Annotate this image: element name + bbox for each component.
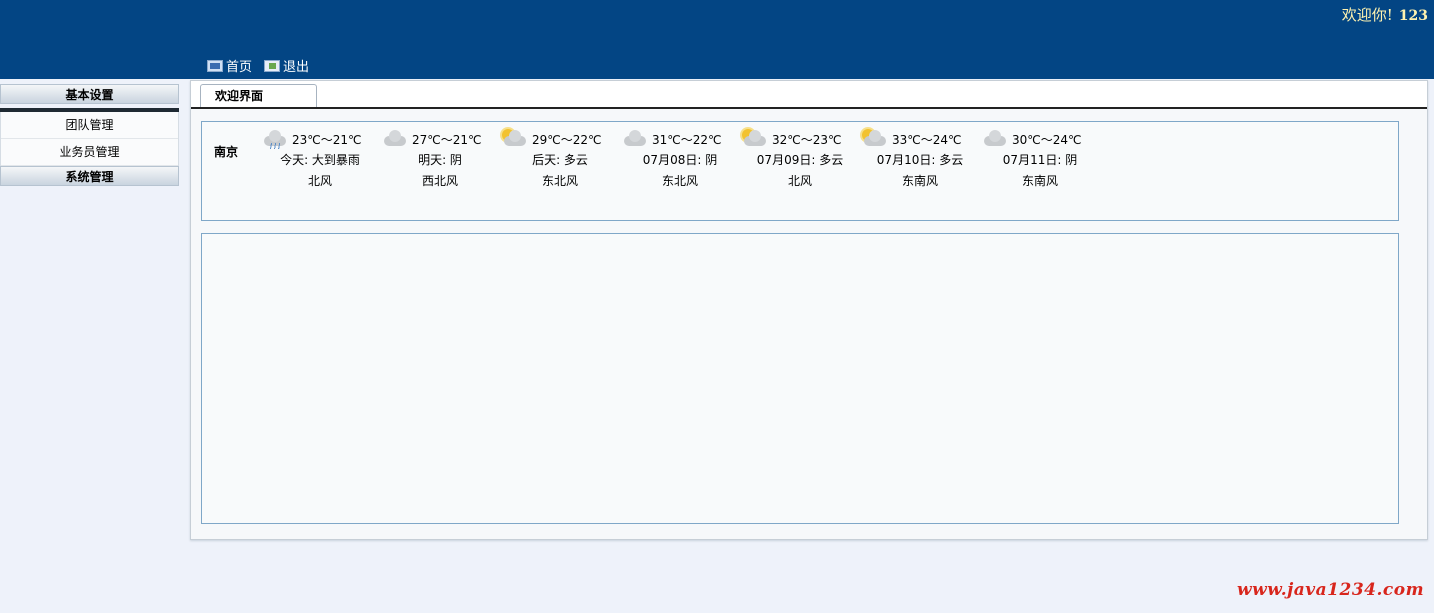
logout-link[interactable]: 退出 [264, 56, 309, 75]
rain-icon [262, 128, 290, 150]
weather-desc: 今天: 大到暴雨 [280, 153, 360, 167]
watermark-text: www.java1234.com [1237, 580, 1425, 600]
sidebar-section-basic-settings[interactable]: 基本设置 [0, 84, 179, 104]
partly-cloudy-icon [742, 128, 770, 150]
top-nav: 首页 退出 [207, 56, 309, 75]
weather-day: 31℃～22℃ 07月08日: 阴 东北风 [620, 128, 740, 192]
weather-wind: 东北风 [661, 174, 698, 188]
weather-desc: 后天: 多云 [532, 153, 588, 167]
sidebar-section-system-management[interactable]: 系统管理 [0, 166, 179, 186]
main-panel: 欢迎界面 南京 23℃～21℃ 今天: 大到暴雨 北风 27℃～21℃ 明天: … [190, 80, 1428, 540]
weather-wind: 东南风 [901, 174, 938, 188]
monitor-icon [207, 59, 223, 72]
weather-temp: 27℃～21℃ [412, 132, 482, 147]
partly-cloudy-icon [502, 128, 530, 150]
overcast-icon [622, 128, 650, 150]
weather-city: 南京 [214, 145, 239, 159]
weather-wind: 西北风 [421, 174, 458, 188]
weather-wind: 东北风 [541, 174, 578, 188]
weather-day: 23℃～21℃ 今天: 大到暴雨 北风 [260, 128, 380, 192]
weather-desc: 明天: 阴 [418, 153, 462, 167]
weather-day: 32℃～23℃ 07月09日: 多云 北风 [740, 128, 860, 192]
sidebar: 基本设置 团队管理 业务员管理 系统管理 [0, 84, 179, 186]
logout-link-label: 退出 [283, 60, 310, 75]
weather-temp: 29℃～22℃ [532, 132, 602, 147]
top-header-bar: 欢迎你! 123 首页 退出 [0, 0, 1434, 79]
weather-day: 33℃～24℃ 07月10日: 多云 东南风 [860, 128, 980, 192]
sidebar-group-basic-settings: 团队管理 业务员管理 [0, 112, 179, 166]
content-area [201, 233, 1399, 524]
sidebar-item-team-management[interactable]: 团队管理 [1, 112, 178, 139]
weather-temp: 23℃～21℃ [292, 132, 362, 147]
logout-icon [264, 59, 281, 72]
home-link[interactable]: 首页 [207, 56, 252, 75]
weather-desc: 07月09日: 多云 [756, 153, 844, 167]
weather-temp: 32℃～23℃ [772, 132, 842, 147]
weather-desc: 07月10日: 多云 [876, 153, 964, 167]
weather-temp: 33℃～24℃ [892, 132, 962, 147]
weather-wind: 北风 [787, 174, 812, 188]
welcome-message: 欢迎你! 123 [1342, 4, 1428, 25]
overcast-icon [382, 128, 410, 150]
weather-temp: 31℃～22℃ [652, 132, 722, 147]
overcast-icon [982, 128, 1010, 150]
weather-day: 27℃～21℃ 明天: 阴 西北风 [380, 128, 500, 192]
partly-cloudy-icon [862, 128, 890, 150]
tab-strip: 欢迎界面 [191, 81, 1427, 109]
weather-wind: 北风 [307, 174, 332, 188]
weather-day: 30℃～24℃ 07月11日: 阴 东南风 [980, 128, 1100, 192]
weather-temp: 30℃～24℃ [1012, 132, 1082, 147]
sidebar-item-salesperson-management[interactable]: 业务员管理 [1, 139, 178, 166]
home-link-label: 首页 [226, 60, 253, 75]
username: 123 [1398, 8, 1428, 24]
weather-widget: 南京 23℃～21℃ 今天: 大到暴雨 北风 27℃～21℃ 明天: 阴 西北风… [201, 121, 1399, 221]
weather-desc: 07月08日: 阴 [642, 153, 718, 167]
weather-day: 29℃～22℃ 后天: 多云 东北风 [500, 128, 620, 192]
tab-welcome[interactable]: 欢迎界面 [200, 84, 317, 107]
weather-wind: 东南风 [1021, 174, 1058, 188]
welcome-label: 欢迎你! [1341, 6, 1393, 24]
weather-desc: 07月11日: 阴 [1002, 153, 1078, 167]
